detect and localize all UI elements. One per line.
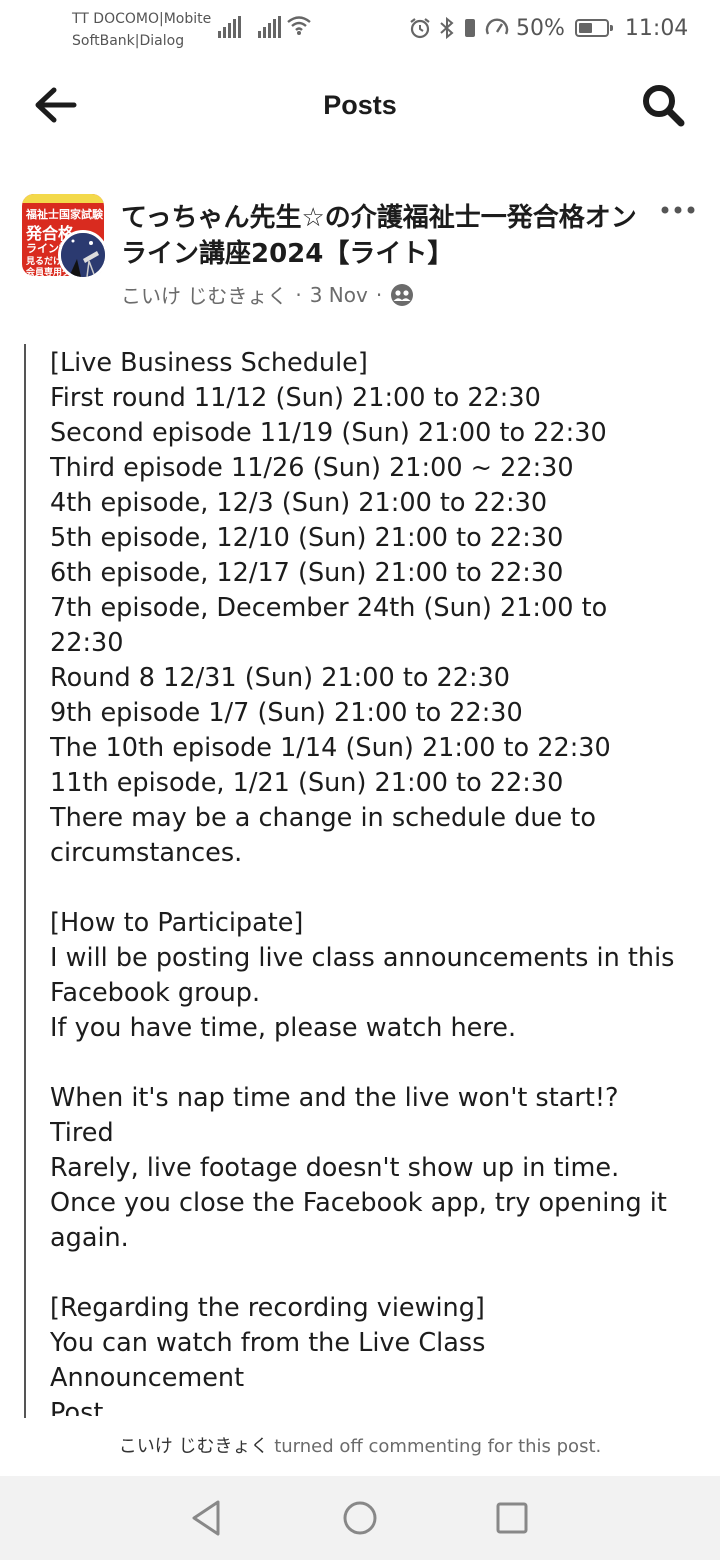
battery-percent: 50% — [516, 15, 565, 41]
post-line: again. — [50, 1223, 129, 1253]
triangle-back-icon[interactable] — [186, 1498, 226, 1538]
post-line: Third episode 11/26 (Sun) 21:00 ~ 22:30 — [50, 453, 574, 483]
post-meta: こいけ じむきょく · 3 Nov · — [121, 280, 414, 309]
meta-separator: · — [295, 282, 302, 307]
app-header: Posts — [0, 64, 720, 148]
telescope-icon — [61, 233, 105, 277]
page-title: Posts — [323, 90, 397, 120]
group-icon — [391, 283, 414, 306]
post-line: [Live Business Schedule] — [50, 348, 368, 378]
post-line: Round 8 12/31 (Sun) 21:00 to 22:30 — [50, 663, 511, 693]
post-line: Rarely, live footage doesn't show up in … — [50, 1153, 620, 1183]
comments-disabled-notice: こいけ じむきょく turned off commenting for this… — [0, 1418, 720, 1476]
post-line: 5th episode, 12/10 (Sun) 21:00 to 22:30 — [50, 523, 564, 553]
system-nav-bar — [0, 1476, 720, 1560]
notice-text: turned off commenting for this post. — [268, 1436, 602, 1457]
carrier-line-1: TT DOCOMO|Mobite — [72, 11, 212, 27]
post-line: 6th episode, 12/17 (Sun) 21:00 to 22:30 — [50, 558, 564, 588]
post-line: You can watch from the Live Class Announ… — [50, 1328, 494, 1393]
bluetooth-icon — [440, 16, 454, 40]
speed-icon — [485, 18, 509, 35]
status-icons: 50% 11:04 — [408, 14, 688, 42]
post-date[interactable]: 3 Nov — [310, 283, 368, 307]
post-header: 福祉士国家試験 発合格 ライン講座 見るだけライ 会員専用グ てっちゃん先生☆の… — [0, 190, 720, 320]
post-line: Post. — [50, 1398, 112, 1416]
post-line: The 10th episode 1/14 (Sun) 21:00 to 22:… — [50, 733, 611, 763]
carrier-info: TT DOCOMO|Mobite SoftBank|Dialog — [72, 8, 211, 52]
post-quote-bar — [24, 344, 26, 1418]
author-avatar[interactable] — [58, 230, 108, 280]
post-line: When it's nap time and the live won't st… — [50, 1083, 627, 1148]
post-line: There may be a change in schedule due to — [50, 803, 596, 833]
vibrate-icon — [465, 19, 475, 37]
signal-icon — [258, 16, 282, 38]
author-name[interactable]: こいけ じむきょく — [121, 280, 287, 309]
post-line: [How to Participate] — [50, 908, 304, 938]
meta-separator: · — [375, 282, 383, 307]
post-line: [Regarding the recording viewing] — [50, 1293, 485, 1323]
post-line: Facebook group. — [50, 978, 261, 1008]
status-bar: TT DOCOMO|Mobite SoftBank|Dialog 50% 11:… — [0, 0, 720, 56]
post-line: If you have time, please watch here. — [50, 1013, 517, 1043]
post-line: 4th episode, 12/3 (Sun) 21:00 to 22:30 — [50, 488, 548, 518]
carrier-line-2: SoftBank|Dialog — [72, 33, 185, 49]
more-horizontal-icon[interactable] — [660, 202, 696, 218]
post-body: [Live Business Schedule] First round 11/1… — [50, 346, 680, 1416]
square-recents-icon[interactable] — [492, 1498, 532, 1538]
post-line: 9th episode 1/7 (Sun) 21:00 to 22:30 — [50, 698, 523, 728]
group-name[interactable]: てっちゃん先生☆の介護福祉士一発合格オンライン講座2024【ライト】 — [121, 200, 646, 272]
battery-icon — [574, 19, 613, 37]
post-line: Once you close the Facebook app, try ope… — [50, 1188, 667, 1218]
notice-author: こいけ じむきょく — [118, 1436, 269, 1457]
post-line: First round 11/12 (Sun) 21:00 to 22:30 — [50, 383, 541, 413]
post-line: 11th episode, 1/21 (Sun) 21:00 to 22:30 — [50, 768, 564, 798]
status-time: 11:04 — [624, 15, 689, 41]
post-line: Second episode 11/19 (Sun) 21:00 to 22:3… — [50, 418, 607, 448]
group-avatar[interactable]: 福祉士国家試験 発合格 ライン講座 見るだけライ 会員専用グ — [22, 194, 108, 280]
search-icon[interactable] — [640, 82, 686, 128]
alarm-icon — [410, 18, 430, 39]
wifi-icon — [287, 16, 311, 35]
post-line: I will be posting live class announcemen… — [50, 943, 675, 973]
post-line: 7th episode, December 24th (Sun) 21:00 t… — [50, 593, 616, 658]
battery-fill — [578, 23, 592, 33]
post-line: circumstances. — [50, 838, 243, 868]
signal-icon — [218, 16, 242, 38]
circle-home-icon[interactable] — [340, 1498, 380, 1538]
